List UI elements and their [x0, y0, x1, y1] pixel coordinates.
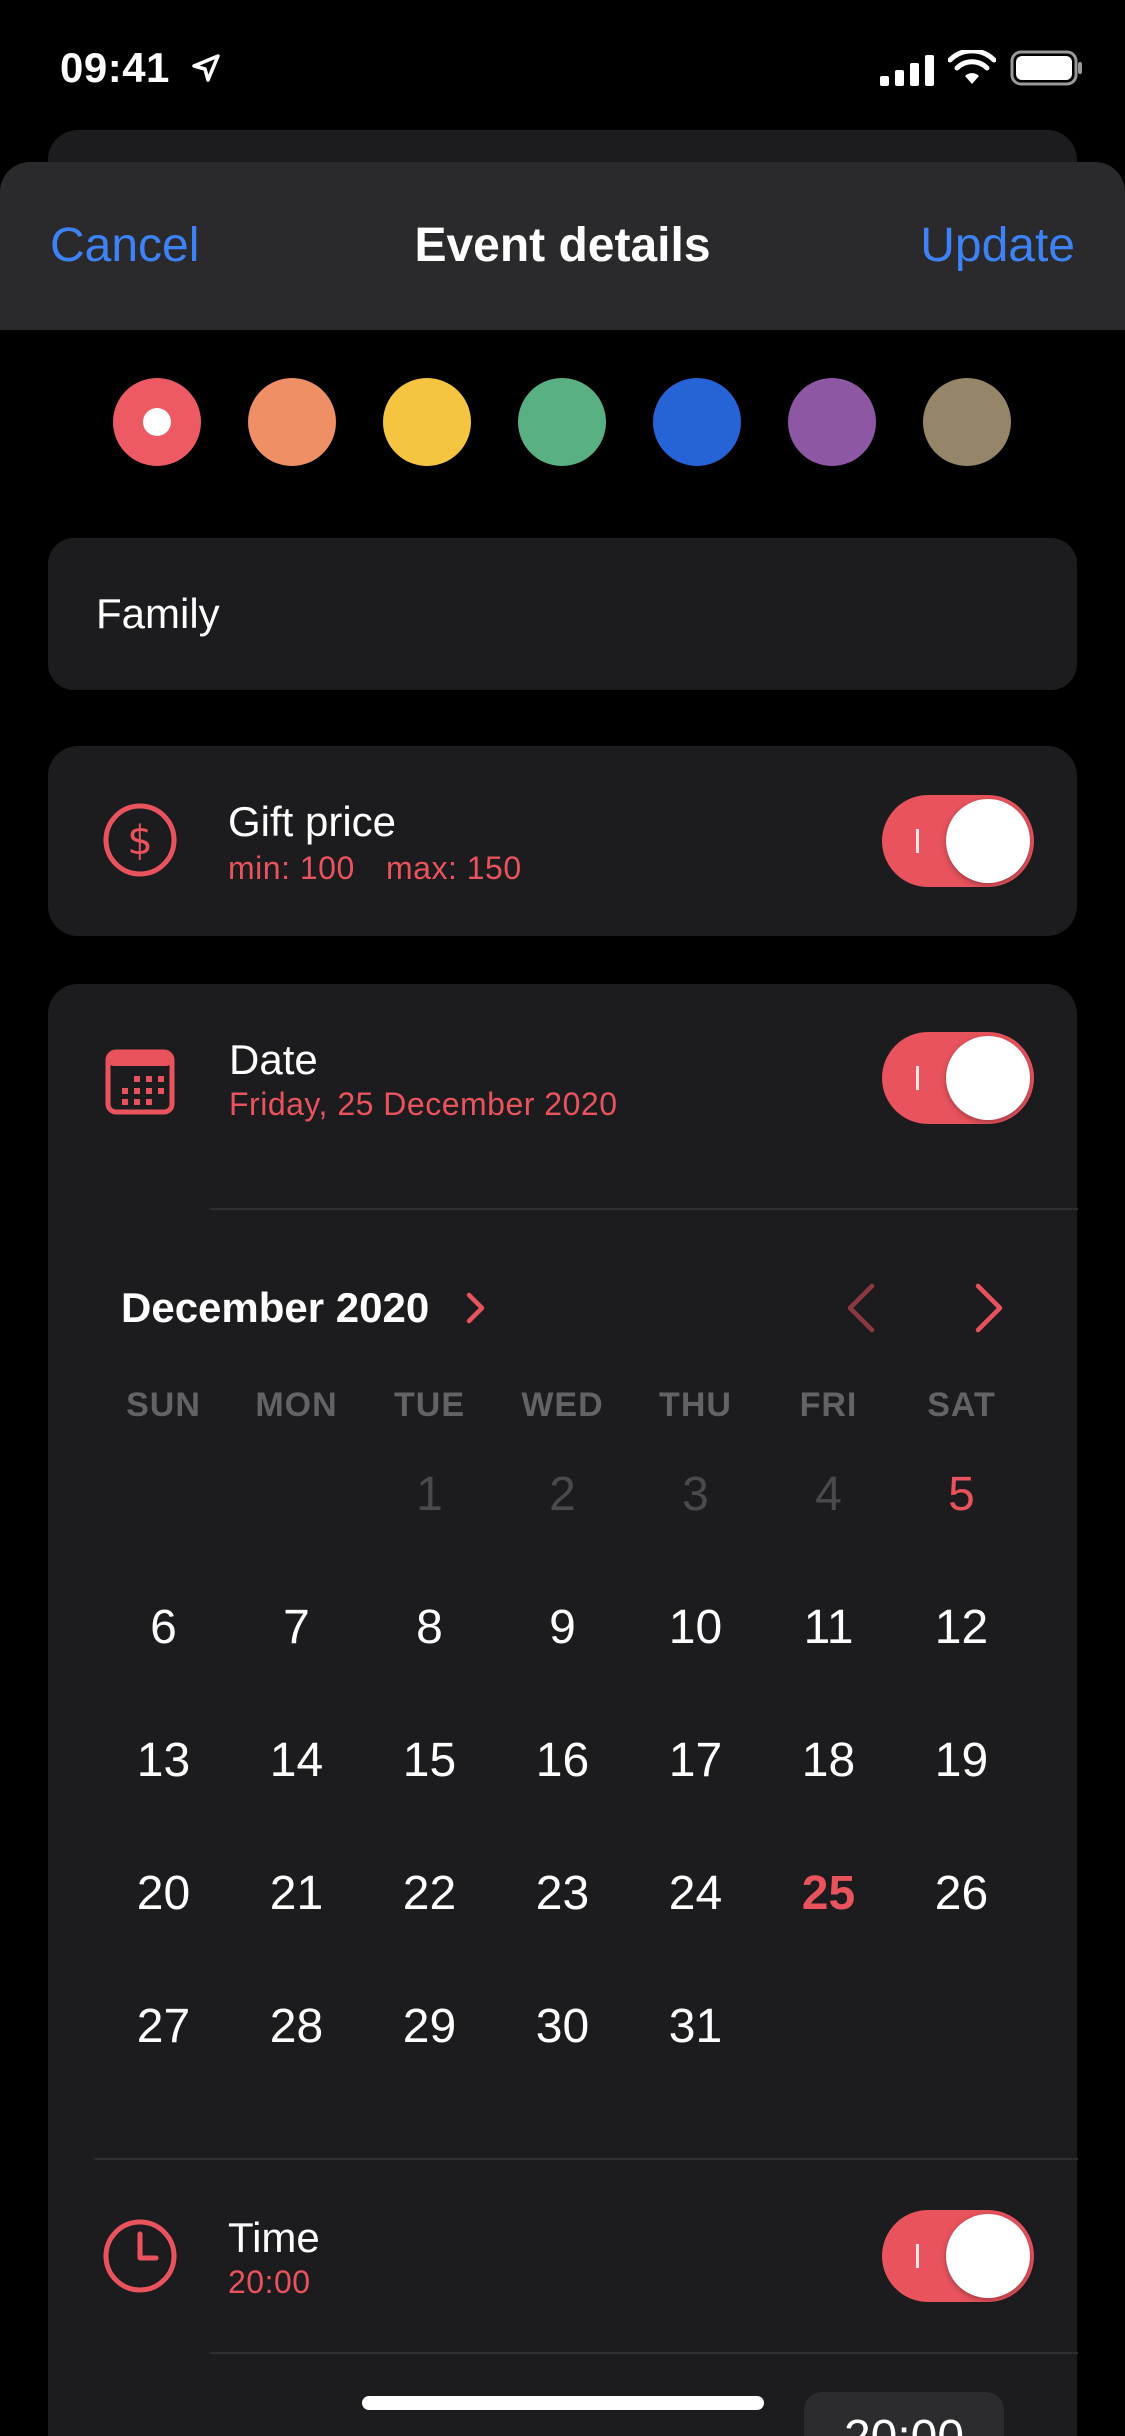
status-bar: 09:41	[0, 0, 1125, 140]
calendar-day[interactable]: 21	[230, 1827, 363, 1960]
time-picker-value: 20:00	[804, 2410, 1004, 2436]
calendar-day[interactable]: 29	[363, 1960, 496, 2093]
location-arrow-icon	[192, 54, 220, 82]
weekday-label: FRI	[799, 1386, 858, 1424]
calendar-day: 4	[815, 1468, 842, 1521]
weekday-label: THU	[659, 1386, 732, 1424]
calendar-day[interactable]: 7	[230, 1561, 363, 1694]
gift-price-min: min: 100	[228, 850, 355, 886]
calendar-day[interactable]: 8	[363, 1561, 496, 1694]
weekday-label: MON	[255, 1386, 338, 1424]
status-time: 09:41	[60, 44, 170, 91]
month-year-button[interactable]: December 2020	[121, 1284, 429, 1332]
divider	[94, 2158, 1078, 2160]
time-picker-chip[interactable]: 20:00	[804, 2392, 1004, 2436]
calendar-day[interactable]: 18	[762, 1694, 895, 1827]
calendar-day[interactable]: 9	[496, 1561, 629, 1694]
calendar-day[interactable]: 12	[895, 1561, 1028, 1694]
selected-indicator	[143, 408, 171, 436]
battery-icon	[1010, 50, 1082, 86]
divider	[210, 1208, 1078, 1210]
calendar-day[interactable]: 28	[230, 1960, 363, 2093]
calendar-day[interactable]: 22	[363, 1827, 496, 1960]
calendar-day[interactable]: 20	[97, 1827, 230, 1960]
color-swatch[interactable]	[248, 378, 336, 466]
gift-price-card: $ Gift price min: 100 max: 150	[48, 746, 1077, 936]
toggle-knob	[946, 799, 1030, 883]
event-name-field[interactable]: Family	[48, 538, 1077, 690]
weekday-label: SUN	[126, 1386, 201, 1424]
event-name-value: Family	[96, 590, 220, 637]
calendar-day[interactable]: 10	[629, 1561, 762, 1694]
previous-month-button[interactable]	[840, 1282, 884, 1334]
calendar-day[interactable]: 31	[629, 1960, 762, 2093]
wifi-icon	[948, 50, 996, 84]
date-title: Date	[229, 1036, 318, 1083]
toggle-knob	[946, 1036, 1030, 1120]
calendar-day[interactable]: 15	[363, 1694, 496, 1827]
time-toggle[interactable]	[882, 2210, 1034, 2302]
date-toggle[interactable]	[882, 1032, 1034, 1124]
calendar-day: 1	[416, 1468, 443, 1521]
weekday-label: SAT	[927, 1386, 996, 1424]
calendar-day[interactable]: 23	[496, 1827, 629, 1960]
gift-price-toggle[interactable]	[882, 795, 1034, 887]
divider	[210, 2352, 1078, 2354]
weekday-label: WED	[521, 1386, 604, 1424]
weekday-label: TUE	[394, 1386, 465, 1424]
calendar-day-selected[interactable]: 25	[762, 1827, 895, 1960]
calendar-day[interactable]: 24	[629, 1827, 762, 1960]
cellular-signal-icon	[880, 55, 934, 86]
calendar-day[interactable]: 13	[97, 1694, 230, 1827]
color-swatch[interactable]	[113, 378, 201, 466]
home-indicator	[362, 2396, 764, 2410]
dollar-circle-icon: $	[103, 803, 177, 877]
clock-icon	[103, 2219, 177, 2293]
update-button[interactable]: Update	[920, 218, 1075, 273]
color-swatch[interactable]	[518, 378, 606, 466]
chevron-right-icon[interactable]	[464, 1290, 488, 1326]
calendar-day[interactable]: 17	[629, 1694, 762, 1827]
calendar-icon	[105, 1049, 175, 1115]
calendar-day[interactable]: 30	[496, 1960, 629, 2093]
color-swatch[interactable]	[788, 378, 876, 466]
calendar-day[interactable]: 26	[895, 1827, 1028, 1960]
calendar-day[interactable]: 27	[97, 1960, 230, 2093]
gift-price-title: Gift price	[228, 798, 397, 845]
next-month-button[interactable]	[966, 1282, 1010, 1334]
color-swatch[interactable]	[653, 378, 741, 466]
calendar-day[interactable]: 5	[895, 1428, 1028, 1561]
date-value: Friday, 25 December 2020	[229, 1086, 618, 1122]
gift-price-max: max: 150	[386, 850, 522, 886]
time-value: 20:00	[228, 2264, 311, 2300]
calendar-day[interactable]: 11	[762, 1561, 895, 1694]
color-swatch[interactable]	[383, 378, 471, 466]
svg-text:$: $	[127, 818, 152, 864]
calendar-day[interactable]: 14	[230, 1694, 363, 1827]
calendar-day[interactable]: 16	[496, 1694, 629, 1827]
calendar-day: 2	[549, 1468, 576, 1521]
calendar-day[interactable]: 19	[895, 1694, 1028, 1827]
time-title: Time	[228, 2214, 320, 2261]
color-swatch[interactable]	[923, 378, 1011, 466]
calendar-day: 3	[682, 1468, 709, 1521]
toggle-knob	[946, 2214, 1030, 2298]
calendar-day[interactable]: 6	[97, 1561, 230, 1694]
